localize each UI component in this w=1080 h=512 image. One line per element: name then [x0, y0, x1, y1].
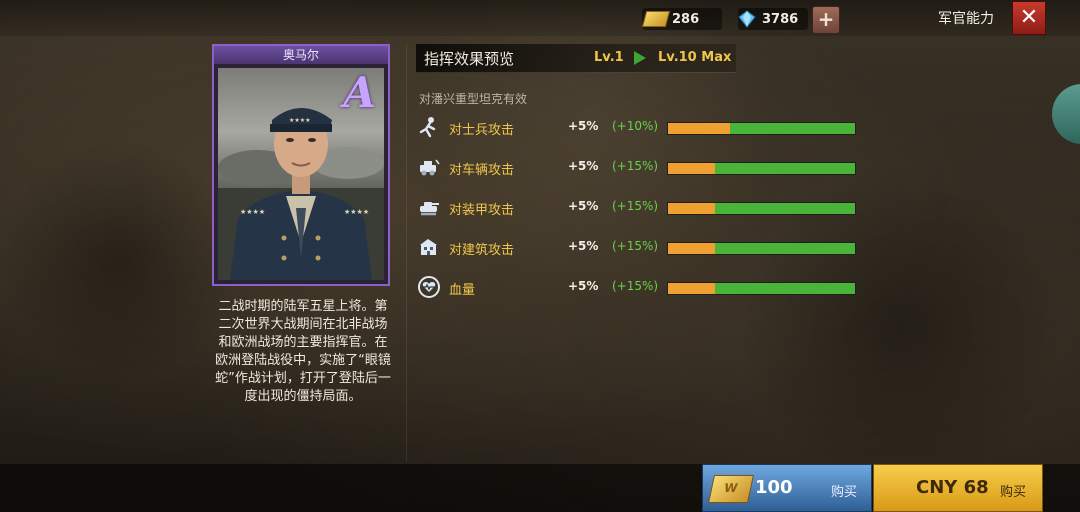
close-button[interactable]: ✕	[1012, 1, 1046, 35]
side-panel-tab[interactable]	[1052, 84, 1080, 144]
stat-progress-bar	[667, 202, 856, 215]
svg-text:★★★★: ★★★★	[344, 208, 369, 216]
buy-with-cny-button[interactable]: CNY 68 购买	[873, 464, 1043, 512]
stat-base-value: +5%	[568, 159, 599, 173]
officer-name: 奥马尔	[214, 46, 388, 64]
stat-row-soldier: 对士兵攻击 +5% (+10%)	[418, 116, 858, 140]
stat-row-armor: 对装甲攻击 +5% (+15%)	[418, 196, 858, 220]
gold-bar-icon	[641, 11, 671, 27]
vehicle-icon	[420, 159, 440, 176]
stat-progress-fill	[668, 163, 715, 174]
officer-description: 二战时期的陆军五星上将。第二次世界大战期间在北非战场和欧洲战场的主要指挥官。在欧…	[215, 299, 391, 404]
rank-badge: A	[343, 68, 376, 117]
stat-base-value: +5%	[568, 119, 599, 133]
buy-label: 购买	[831, 485, 858, 500]
stat-label: 对车辆攻击	[449, 163, 515, 178]
add-currency-button[interactable]: +	[812, 6, 840, 34]
buy-with-gold-button[interactable]: W 100 购买	[702, 464, 872, 512]
stat-bonus-value: (+15%)	[612, 239, 659, 253]
stat-row-health: 血量 +5% (+15%)	[418, 276, 858, 300]
gold-counter: 286	[641, 8, 722, 30]
cny-price: CNY 68	[916, 477, 989, 498]
officer-card: 奥马尔 ★★★★ ★★★★ ★★★★ A	[212, 44, 390, 286]
stat-label: 对士兵攻击	[449, 123, 515, 138]
page-title: 军官能力	[938, 11, 994, 27]
stat-bonus-value: (+15%)	[612, 199, 659, 213]
stat-progress-fill	[668, 243, 715, 254]
stat-bonus-value: (+15%)	[612, 279, 659, 293]
stat-base-value: +5%	[568, 279, 599, 293]
diamond-amount: 3786	[762, 11, 799, 27]
stat-progress-fill	[668, 123, 730, 134]
svg-text:★★★★: ★★★★	[289, 117, 311, 124]
gold-coin-letter: W	[722, 481, 739, 495]
svg-text:★★★★: ★★★★	[240, 208, 265, 216]
top-bar: 286 3786 + 军官能力 ✕	[0, 0, 1080, 36]
stat-base-value: +5%	[568, 199, 599, 213]
gold-amount: 286	[672, 11, 700, 27]
diamond-icon	[738, 10, 756, 28]
stat-progress-fill	[668, 283, 715, 294]
officer-portrait: ★★★★ ★★★★ ★★★★ A	[218, 68, 384, 280]
stat-label: 对建筑攻击	[449, 243, 515, 258]
level-from: Lv.1	[594, 50, 624, 65]
stat-progress-fill	[668, 203, 715, 214]
stat-progress-bar	[667, 282, 856, 295]
effect-preview-title: 指挥效果预览	[424, 50, 515, 68]
effect-note: 对潘兴重型坦克有效	[419, 92, 528, 106]
stat-progress-bar	[667, 122, 856, 135]
buy-label: 购买	[1000, 485, 1027, 500]
gold-price: 100	[755, 477, 793, 498]
armor-icon	[420, 202, 439, 216]
stat-row-vehicle: 对车辆攻击 +5% (+15%)	[418, 156, 858, 180]
stat-label: 血量	[449, 283, 476, 298]
stat-base-value: +5%	[568, 239, 599, 253]
panel-divider	[406, 44, 407, 462]
stat-bonus-value: (+10%)	[612, 119, 659, 133]
heart-icon	[418, 276, 440, 298]
building-icon	[420, 239, 437, 255]
arrow-right-icon	[634, 51, 646, 65]
diamond-counter: 3786	[738, 8, 808, 30]
stat-bonus-value: (+15%)	[612, 159, 659, 173]
stat-row-building: 对建筑攻击 +5% (+15%)	[418, 236, 858, 260]
stat-progress-bar	[667, 242, 856, 255]
stat-label: 对装甲攻击	[449, 203, 515, 218]
gold-bar-icon: W	[708, 475, 754, 503]
effect-preview-header: 指挥效果预览 Lv.1 Lv.10 Max	[416, 44, 736, 73]
level-to: Lv.10 Max	[658, 50, 732, 65]
stat-progress-bar	[667, 162, 856, 175]
soldier-icon	[419, 117, 436, 138]
